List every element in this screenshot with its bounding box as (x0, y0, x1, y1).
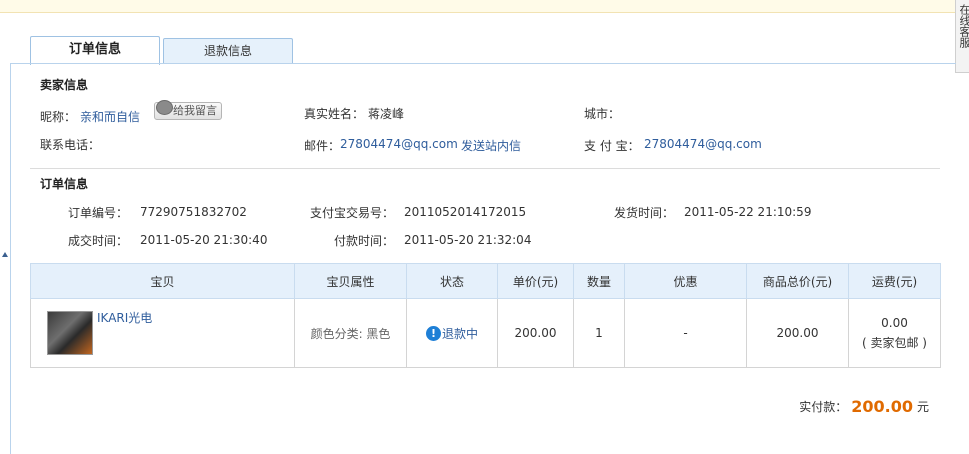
tab-order-info[interactable]: 订单信息 (30, 36, 160, 65)
item-quantity: 1 (573, 298, 625, 368)
alipay-trade-value: 2011052014172015 (404, 205, 527, 219)
item-unit-price: 200.00 (497, 298, 574, 368)
leave-message-button[interactable]: 给我留言 (154, 100, 222, 120)
goods-table-header: 宝贝 宝贝属性 状态 单价(元) 数量 优惠 商品总价(元) 运费(元) (30, 263, 941, 299)
table-row: IKARI光电 颜色分类: 黑色 ! 退款中 200.00 1 - 200.00 … (30, 298, 941, 368)
item-name-link[interactable]: IKARI光电 (97, 309, 152, 326)
seller-email-link[interactable]: 27804474@qq.com (340, 137, 458, 151)
alipay-trade-label: 支付宝交易号： (310, 206, 395, 220)
col-header-quantity: 数量 (573, 263, 625, 299)
col-header-unit-price: 单价(元) (497, 263, 574, 299)
order-no-label: 订单编号： (68, 206, 129, 220)
col-header-item: 宝贝 (30, 263, 295, 299)
item-attribute: 颜色分类: 黑色 (294, 298, 407, 368)
paid-label: 实付款： (799, 400, 848, 414)
col-header-total: 商品总价(元) (746, 263, 849, 299)
seller-section-title: 卖家信息 (40, 78, 89, 92)
info-icon: ! (425, 325, 441, 341)
item-total: 200.00 (746, 298, 849, 368)
collapse-arrow-icon[interactable] (2, 252, 8, 257)
paid-amount: 200.00 (851, 397, 913, 416)
order-detail-panel (10, 63, 956, 454)
col-header-discount: 优惠 (624, 263, 747, 299)
send-site-message-link[interactable]: 发送站内信 (461, 137, 521, 154)
ship-time-value: 2011-05-22 21:10:59 (684, 205, 812, 219)
col-header-shipping: 运费(元) (848, 263, 941, 299)
order-no-value: 77290751832702 (140, 205, 247, 219)
item-shipping: 0.00 (881, 315, 908, 330)
payment-summary: 实付款： 200.00 元 (799, 397, 929, 416)
side-service-strip[interactable]: 在线客服 (955, 0, 969, 73)
deal-time-label: 成交时间： (68, 234, 129, 248)
ship-time-label: 发货时间： (614, 206, 675, 220)
leave-message-label: 给我留言 (173, 104, 217, 117)
item-status-cell: ! 退款中 (406, 298, 498, 368)
col-header-status: 状态 (406, 263, 498, 299)
section-divider (30, 168, 940, 169)
seller-alipay-link[interactable]: 27804474@qq.com (644, 137, 762, 151)
goods-table: 宝贝 宝贝属性 状态 单价(元) 数量 优惠 商品总价(元) 运费(元) IKA… (30, 263, 941, 368)
notice-bar (0, 0, 955, 13)
col-header-attribute: 宝贝属性 (294, 263, 407, 299)
pay-time-value: 2011-05-20 21:32:04 (404, 233, 532, 247)
tab-refund-info[interactable]: 退款信息 (163, 38, 293, 63)
item-status-link[interactable]: 退款中 (442, 327, 478, 341)
alipay-label: 支 付 宝： (584, 139, 640, 153)
item-thumbnail[interactable] (47, 311, 93, 355)
paid-unit: 元 (916, 400, 929, 414)
item-shipping-note: ( 卖家包邮 ) (862, 335, 927, 350)
phone-label: 联系电话： (40, 138, 101, 152)
city-label: 城市： (584, 107, 621, 121)
realname-label: 真实姓名： (304, 107, 365, 121)
order-section-title: 订单信息 (40, 177, 89, 191)
seller-realname: 蒋凌峰 (368, 107, 405, 121)
item-cell: IKARI光电 (30, 298, 295, 368)
item-shipping-cell: 0.00 ( 卖家包邮 ) (848, 298, 941, 368)
nickname-label: 昵称： (40, 110, 77, 124)
chat-bubble-icon (156, 100, 173, 115)
deal-time-value: 2011-05-20 21:30:40 (140, 233, 268, 247)
item-discount: - (624, 298, 747, 368)
seller-nickname-link[interactable]: 亲和而自信 (80, 108, 140, 125)
pay-time-label: 付款时间： (334, 234, 395, 248)
email-label: 邮件： (304, 139, 341, 153)
